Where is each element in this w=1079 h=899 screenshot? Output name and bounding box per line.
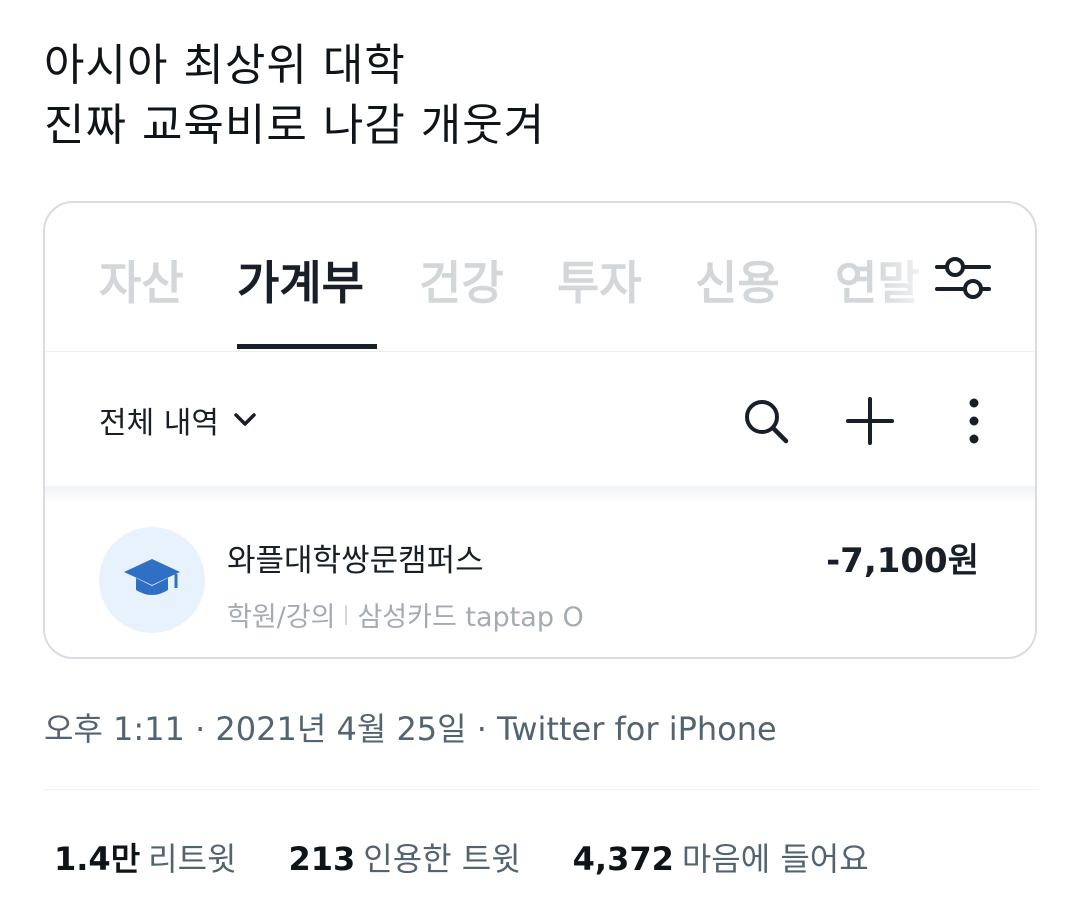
transaction-category: 학원/강의 bbox=[227, 602, 336, 633]
tweet-line-2: 진짜 교육비로 나감 개웃겨 bbox=[44, 100, 546, 151]
payment-card: 삼성카드 taptap O bbox=[357, 602, 584, 633]
tab-credit[interactable]: 신용 bbox=[695, 247, 780, 313]
ledger-toolbar: 전체 내역 bbox=[45, 352, 1035, 486]
merchant-name: 와플대학쌍문캠퍼스 bbox=[227, 543, 484, 579]
tab-bar: 자산 가계부 건강 투자 신용 연말 bbox=[45, 203, 1035, 352]
transaction-amount: -7,100원 bbox=[826, 541, 979, 581]
quote-label: 인용한 트윗 bbox=[363, 840, 521, 878]
tweet-stats: 1.4만 리트윗 213 인용한 트윗 4,372 마음에 들어요 bbox=[54, 834, 921, 880]
more-options-icon[interactable] bbox=[949, 396, 999, 446]
like-number: 4,372 bbox=[572, 840, 674, 878]
tab-assets[interactable]: 자산 bbox=[99, 247, 184, 313]
filter-dropdown[interactable]: 전체 내역 bbox=[99, 398, 257, 442]
tweet-line-1: 아시아 최상위 대학 bbox=[44, 40, 406, 91]
embedded-screenshot-card[interactable]: 자산 가계부 건강 투자 신용 연말 전체 내역 bbox=[43, 201, 1037, 659]
active-tab-indicator bbox=[237, 344, 377, 349]
retweet-number: 1.4만 bbox=[54, 840, 141, 878]
retweet-count[interactable]: 1.4만 리트윗 bbox=[54, 834, 236, 880]
quote-number: 213 bbox=[288, 840, 356, 878]
graduation-cap-icon bbox=[124, 559, 180, 595]
tab-household-ledger[interactable]: 가계부 bbox=[237, 247, 364, 313]
quote-tweet-count[interactable]: 213 인용한 트윗 bbox=[288, 834, 520, 880]
chevron-down-icon bbox=[234, 413, 256, 426]
tweet-timestamp[interactable]: 오후 1:11 · 2021년 4월 25일 · Twitter for iPh… bbox=[44, 704, 777, 750]
like-label: 마음에 들어요 bbox=[681, 840, 869, 878]
meta-separator bbox=[345, 604, 348, 625]
category-avatar bbox=[99, 527, 205, 633]
settings-sliders-icon[interactable] bbox=[933, 253, 993, 303]
divider bbox=[44, 789, 1039, 790]
filter-label: 전체 내역 bbox=[99, 406, 219, 441]
retweet-label: 리트윗 bbox=[148, 840, 237, 878]
transaction-meta: 학원/강의 삼성카드 taptap O bbox=[227, 595, 584, 634]
add-icon[interactable] bbox=[845, 396, 895, 446]
search-icon[interactable] bbox=[741, 396, 791, 446]
tab-investment[interactable]: 투자 bbox=[557, 247, 642, 313]
toolbar-divider-shadow bbox=[45, 486, 1035, 504]
tab-health[interactable]: 건강 bbox=[419, 247, 504, 313]
tweet-text: 아시아 최상위 대학 진짜 교육비로 나감 개웃겨 bbox=[44, 36, 545, 156]
like-count[interactable]: 4,372 마음에 들어요 bbox=[573, 834, 869, 880]
transaction-row[interactable]: 와플대학쌍문캠퍼스 학원/강의 삼성카드 taptap O -7,100원 bbox=[45, 503, 1035, 653]
